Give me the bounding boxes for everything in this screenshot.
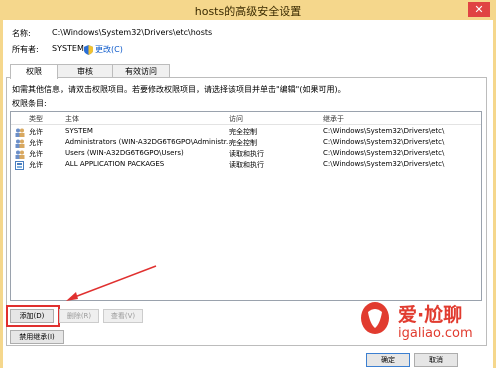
tab-effective-access[interactable]: 有效访问 — [112, 64, 170, 78]
uac-shield-icon — [84, 45, 93, 55]
watermark-logo-icon — [361, 302, 389, 334]
list-header: 类型 主体 访问 继承于 — [11, 112, 481, 125]
table-row[interactable]: 允许 Users (WIN-A32DG6T6GPO\Users) 读取和执行 C… — [11, 149, 481, 159]
watermark-domain: igaliao.com — [398, 326, 473, 341]
close-button[interactable]: ✕ — [468, 2, 490, 17]
app-packages-icon — [15, 161, 24, 170]
watermark-brand: 爱·尬聊 — [398, 304, 463, 326]
tab-auditing[interactable]: 审核 — [56, 64, 114, 78]
cell-type: 允许 — [29, 150, 43, 158]
cell-inherited-from: C:\Windows\System32\Drivers\etc\ — [323, 127, 445, 135]
users-icon — [15, 139, 25, 148]
table-row[interactable]: 允许 SYSTEM 完全控制 C:\Windows\System32\Drive… — [11, 127, 481, 137]
cell-principal: Users (WIN-A32DG6T6GPO\Users) — [65, 149, 184, 157]
header-principal[interactable]: 主体 — [65, 114, 79, 124]
cell-type: 允许 — [29, 128, 43, 136]
cell-type: 允许 — [29, 139, 43, 147]
window-border-left — [0, 20, 3, 368]
info-text: 如需其他信息，请双击权限项目。若要修改权限项目，请选择该项目并单击"编辑"(如果… — [12, 85, 346, 94]
cell-principal: Administrators (WIN-A32DG6T6GPO\Administ… — [65, 138, 233, 146]
disable-inheritance-button[interactable]: 禁用继承(I) — [10, 330, 64, 344]
change-owner-link[interactable]: 更改(C) — [95, 44, 123, 55]
header-type[interactable]: 类型 — [29, 114, 43, 124]
entries-label: 权限条目: — [12, 99, 47, 108]
cell-access: 完全控制 — [229, 139, 257, 147]
cell-access: 读取和执行 — [229, 150, 264, 158]
users-icon — [15, 150, 25, 159]
cell-principal: ALL APPLICATION PACKAGES — [65, 160, 165, 168]
cell-inherited-from: C:\Windows\System32\Drivers\etc\ — [323, 138, 445, 146]
header-inherited-from[interactable]: 继承于 — [323, 114, 344, 124]
users-icon — [15, 128, 25, 137]
cell-access: 完全控制 — [229, 128, 257, 136]
remove-button[interactable]: 删除(R) — [59, 309, 99, 323]
watermark: 爱·尬聊 igaliao.com — [358, 296, 488, 356]
owner-label: 所有者: — [12, 45, 39, 54]
owner-value: SYSTEM — [52, 44, 84, 53]
header-access[interactable]: 访问 — [229, 114, 243, 124]
title-bar[interactable]: hosts的高级安全设置 ✕ — [0, 0, 496, 20]
window-title: hosts的高级安全设置 — [194, 5, 302, 18]
name-value: C:\Windows\System32\Drivers\etc\hosts — [52, 28, 213, 37]
security-window: hosts的高级安全设置 ✕ 名称: C:\Windows\System32\D… — [0, 0, 496, 368]
table-row[interactable]: 允许 Administrators (WIN-A32DG6T6GPO\Admin… — [11, 138, 481, 148]
cell-type: 允许 — [29, 161, 43, 169]
name-label: 名称: — [12, 29, 31, 38]
add-button[interactable]: 添加(D) — [10, 309, 54, 323]
cell-inherited-from: C:\Windows\System32\Drivers\etc\ — [323, 160, 445, 168]
table-row[interactable]: 允许 ALL APPLICATION PACKAGES 读取和执行 C:\Win… — [11, 160, 481, 170]
cell-access: 读取和执行 — [229, 161, 264, 169]
cell-inherited-from: C:\Windows\System32\Drivers\etc\ — [323, 149, 445, 157]
cell-principal: SYSTEM — [65, 127, 93, 135]
annotation-arrow-icon — [66, 265, 157, 301]
tab-permissions[interactable]: 权限 — [10, 64, 58, 79]
view-button[interactable]: 查看(V) — [103, 309, 143, 323]
